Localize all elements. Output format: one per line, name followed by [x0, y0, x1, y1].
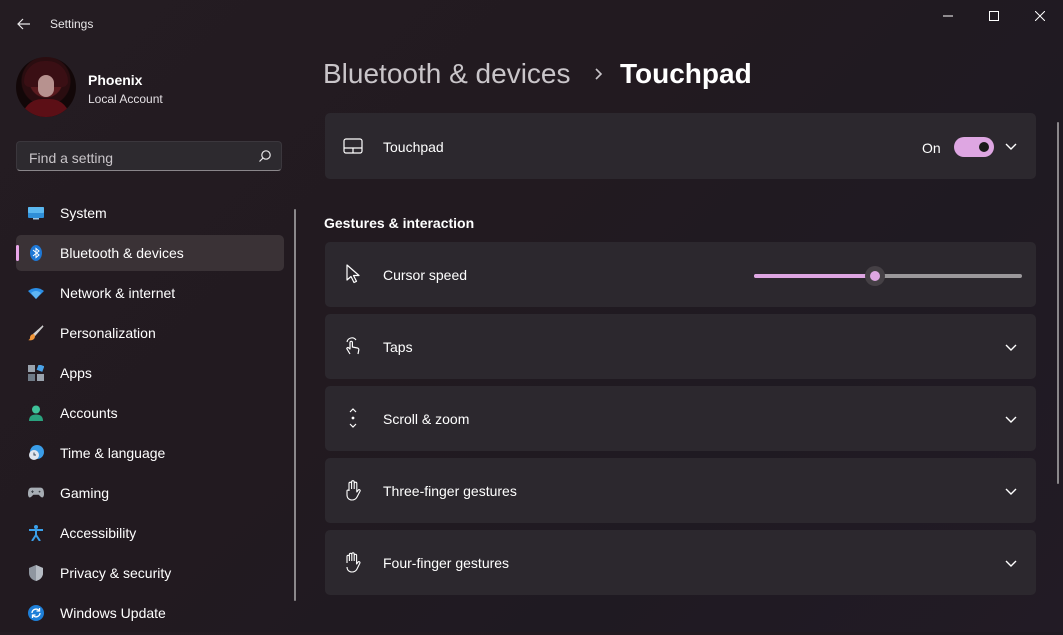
globe-clock-icon [28, 445, 44, 461]
account-type: Local Account [88, 92, 163, 106]
main-scrollbar[interactable] [1057, 122, 1059, 484]
sidebar-item-label: System [60, 205, 107, 221]
chevron-down-icon[interactable] [1003, 555, 1019, 571]
maximize-icon [989, 11, 999, 21]
sidebar-scrollbar[interactable] [294, 209, 296, 601]
search-input[interactable] [27, 148, 251, 168]
chevron-down-icon[interactable] [1003, 483, 1019, 499]
gamepad-icon [28, 485, 44, 501]
sidebar-item-gaming[interactable]: Gaming [16, 475, 284, 511]
minimize-icon [943, 15, 953, 17]
row-label: Taps [383, 339, 413, 355]
shield-icon [28, 565, 44, 581]
three-finger-card[interactable]: Three-finger gestures [325, 458, 1036, 523]
sidebar-item-label: Windows Update [60, 605, 166, 621]
slider-thumb[interactable] [864, 266, 885, 286]
chevron-down-icon[interactable] [1003, 339, 1019, 355]
close-button[interactable] [1017, 0, 1063, 32]
row-label: Four-finger gestures [383, 555, 510, 571]
sidebar-item-accessibility[interactable]: Accessibility [16, 515, 284, 551]
sidebar-item-apps[interactable]: Apps [16, 355, 284, 391]
close-icon [1035, 11, 1045, 21]
sidebar-item-network-internet[interactable]: Network & internet [16, 275, 284, 311]
avatar-coat [22, 99, 70, 117]
avatar[interactable] [16, 57, 76, 117]
four-finger-card[interactable]: Four-finger gestures [325, 530, 1036, 595]
sidebar-item-label: Privacy & security [60, 565, 172, 581]
accessibility-icon [28, 525, 44, 541]
cursor-speed-card: Cursor speed [325, 242, 1036, 307]
slider-fill [754, 274, 875, 278]
sidebar-item-accounts[interactable]: Accounts [16, 395, 284, 431]
sidebar-item-label: Bluetooth & devices [60, 245, 184, 261]
sidebar-item-label: Apps [60, 365, 92, 381]
toggle-state-label: On [922, 140, 941, 156]
sidebar-item-label: Network & internet [60, 285, 176, 301]
chevron-down-icon[interactable] [1003, 411, 1019, 427]
breadcrumb-parent[interactable]: Bluetooth & devices [323, 58, 571, 90]
brush-icon [28, 325, 44, 341]
wifi-icon [28, 285, 44, 301]
arrow-left-icon [17, 18, 30, 30]
user-name: Phoenix [88, 72, 143, 88]
back-button[interactable] [8, 8, 40, 40]
sidebar-nav: System Bluetooth & devices Network & int… [16, 195, 284, 635]
chevron-right-icon [595, 68, 603, 80]
sidebar-item-bluetooth-devices[interactable]: Bluetooth & devices [16, 235, 284, 271]
scroll-zoom-card[interactable]: Scroll & zoom [325, 386, 1036, 451]
cursor-speed-label: Cursor speed [383, 267, 468, 283]
sidebar-item-privacy-security[interactable]: Privacy & security [16, 555, 284, 591]
page-title: Touchpad [620, 58, 752, 89]
monitor-icon [28, 205, 44, 221]
hand-icon [343, 480, 363, 501]
row-label: Scroll & zoom [383, 411, 470, 427]
avatar-face [38, 75, 54, 97]
sidebar-item-label: Personalization [60, 325, 156, 341]
tap-icon [343, 336, 363, 356]
sync-icon [28, 605, 44, 621]
title-bar: Settings [0, 0, 1063, 46]
sidebar-item-windows-update[interactable]: Windows Update [16, 595, 284, 631]
cursor-icon [343, 264, 363, 284]
toggle-knob [979, 142, 989, 152]
sidebar-item-personalization[interactable]: Personalization [16, 315, 284, 351]
sidebar-item-label: Accessibility [60, 525, 137, 541]
sidebar-item-label: Time & language [60, 445, 166, 461]
sidebar-item-label: Gaming [60, 485, 110, 501]
taps-card[interactable]: Taps [325, 314, 1036, 379]
sidebar-item-label: Accounts [60, 405, 118, 421]
section-title: Gestures & interaction [324, 215, 475, 231]
person-icon [28, 405, 44, 421]
bluetooth-icon [28, 245, 44, 261]
touchpad-label: Touchpad [383, 139, 444, 155]
minimize-button[interactable] [925, 0, 971, 32]
search-icon[interactable] [258, 149, 272, 163]
window-title: Settings [50, 17, 94, 31]
scroll-icon [343, 408, 363, 428]
sidebar-item-time-language[interactable]: Time & language [16, 435, 284, 471]
search-box[interactable] [16, 141, 282, 171]
touchpad-toggle[interactable] [954, 137, 994, 157]
sidebar-item-system[interactable]: System [16, 195, 284, 231]
touchpad-card[interactable]: Touchpad On [325, 113, 1036, 179]
hand-icon [343, 552, 363, 573]
apps-icon [28, 365, 44, 381]
maximize-button[interactable] [971, 0, 1017, 32]
cursor-speed-slider[interactable] [754, 266, 1022, 286]
touchpad-icon [343, 136, 363, 156]
chevron-down-icon[interactable] [1003, 138, 1019, 154]
row-label: Three-finger gestures [383, 483, 517, 499]
